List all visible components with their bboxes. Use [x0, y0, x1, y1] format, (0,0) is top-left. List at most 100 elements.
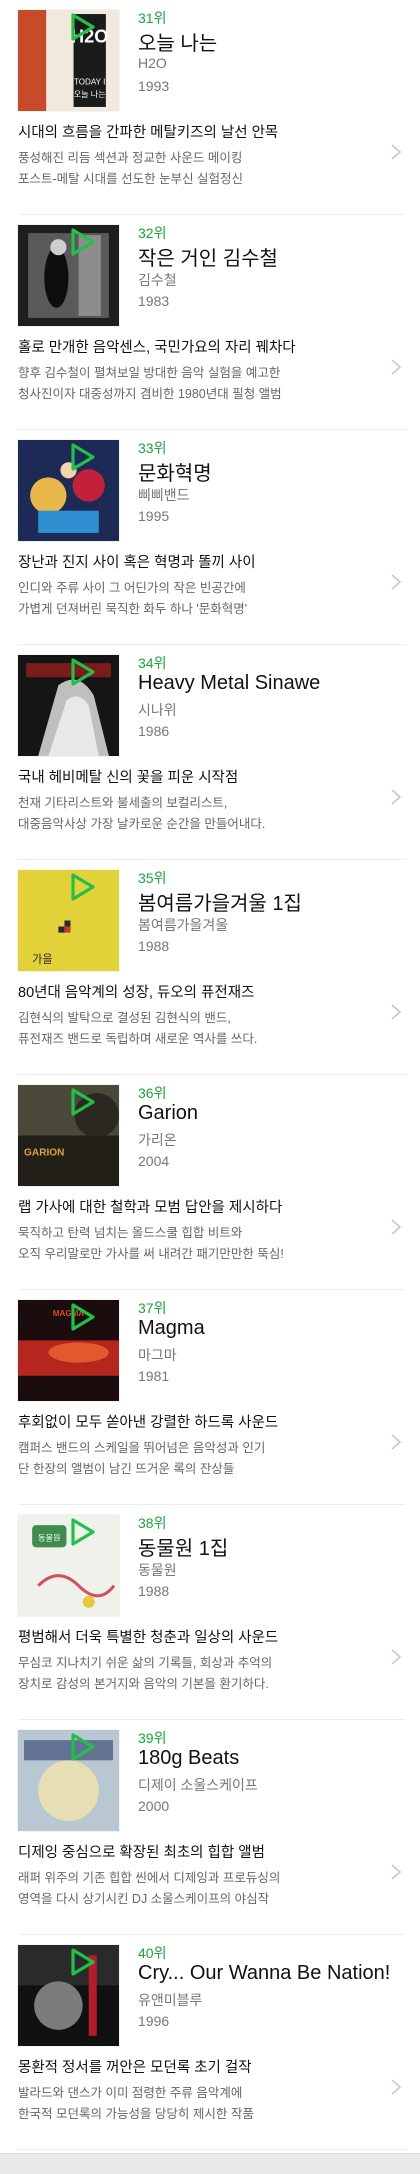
- chevron-right-icon[interactable]: [390, 788, 402, 806]
- description-line: 래퍼 위주의 기존 힙합 씬에서 디제잉과 프로듀싱의: [18, 1871, 281, 1885]
- artist-name[interactable]: H2O: [138, 55, 167, 71]
- play-icon[interactable]: [66, 227, 98, 257]
- artist-name[interactable]: 시나위: [138, 700, 177, 720]
- chevron-right-icon[interactable]: [390, 1218, 402, 1236]
- album-list-item[interactable]: H2O TODAY I 오늘 나는 31위 오늘 나는 H2O 1993 시대의…: [0, 0, 420, 215]
- rank-label: 39위: [138, 1730, 167, 1746]
- album-title[interactable]: 작은 거인 김수철: [138, 242, 278, 271]
- album-description: 인디와 주류 사이 그 어딘가의 작은 빈공간에 가볍게 던져버린 묵직한 화두…: [18, 578, 343, 620]
- description-line: 김현식의 발탁으로 결성된 김현식의 밴드,: [18, 1011, 231, 1025]
- divider: [18, 2149, 406, 2150]
- artist-name[interactable]: 봄여름가을겨울: [138, 915, 228, 935]
- album-list-item[interactable]: MAGMA 37위 Magma 마그마 1981 후회없이 모두 쏟아낸 강렬한…: [0, 1290, 420, 1505]
- artist-name[interactable]: 삐삐밴드: [138, 485, 190, 505]
- description-line: 한국적 모던록의 가능성을 당당히 제시한 작품: [18, 2107, 254, 2121]
- release-year: 1981: [138, 1368, 170, 1384]
- cover-text: 동물원: [38, 1532, 60, 1542]
- description-line: 대중음악사상 가장 날카로운 순간을 만들어내다.: [18, 817, 266, 831]
- album-list-item[interactable]: 동물원 38위 동물원 1집 동물원 1988 평범해서 더욱 특별한 청춘과 …: [0, 1505, 420, 1720]
- description-line: 풍성해진 리듬 섹션과 정교한 사운드 메이킹: [18, 151, 243, 165]
- album-title[interactable]: Garion: [138, 1102, 198, 1125]
- description-line: 영역을 다시 상기시킨 DJ 소울스케이프의 야심작: [18, 1892, 270, 1906]
- play-icon[interactable]: [66, 1732, 98, 1762]
- description-line: 퓨전재즈 밴드로 독립하며 새로운 역사를 쓰다.: [18, 1032, 258, 1046]
- album-headline: 홀로 만개한 음악센스, 국민가요의 자리 꿰차다: [18, 340, 296, 356]
- artist-name[interactable]: 가리온: [138, 1130, 177, 1150]
- play-icon[interactable]: [66, 12, 98, 42]
- release-year: 1993: [138, 78, 170, 94]
- album-list-item[interactable]: 33위 문화혁명 삐삐밴드 1995 장난과 진지 사이 혹은 혁명과 똘끼 사…: [0, 430, 420, 645]
- album-description: 천재 기타리스트와 불세출의 보컬리스트, 대중음악사상 가장 날카로운 순간을…: [18, 793, 343, 835]
- rank-label: 37위: [138, 1300, 167, 1316]
- release-year: 1996: [138, 2013, 170, 2029]
- rank-label: 33위: [138, 440, 167, 456]
- chevron-right-icon[interactable]: [390, 1863, 402, 1881]
- description-line: 가볍게 던져버린 묵직한 화두 하나 '문화혁명': [18, 602, 248, 616]
- chevron-right-icon[interactable]: [390, 1433, 402, 1451]
- description-line: 발라드와 댄스가 이미 점령한 주류 음악계에: [18, 2086, 243, 2100]
- play-icon[interactable]: [66, 1947, 98, 1977]
- album-list-item[interactable]: 34위 Heavy Metal Sinawe 시나위 1986 국내 헤비메탈 …: [0, 645, 420, 860]
- artist-name[interactable]: 디제이 소울스케이프: [138, 1775, 258, 1795]
- rank-label: 38위: [138, 1515, 167, 1531]
- album-list-item[interactable]: 32위 작은 거인 김수철 김수철 1983 홀로 만개한 음악센스, 국민가요…: [0, 215, 420, 430]
- album-list-item[interactable]: 40위 Cry... Our Wanna Be Nation! 유앤미블루 19…: [0, 1935, 420, 2150]
- album-description: 향후 김수철이 펼쳐보일 방대한 음악 실험을 예고한 청사진이자 대중성까지 …: [18, 363, 343, 405]
- description-line: 묵직하고 탄력 넘치는 올드스쿨 힙합 비트와: [18, 1226, 243, 1240]
- artist-name[interactable]: 김수철: [138, 270, 177, 290]
- album-description: 래퍼 위주의 기존 힙합 씬에서 디제잉과 프로듀싱의 영역을 다시 상기시킨 …: [18, 1868, 343, 1910]
- album-title[interactable]: Magma: [138, 1317, 205, 1340]
- description-line: 장치로 감성의 본거지와 음악의 기본을 환기하다.: [18, 1677, 269, 1691]
- album-title[interactable]: 문화혁명: [138, 457, 212, 486]
- album-list-item[interactable]: 가을 35위 봄여름가을겨울 1집 봄여름가을겨울 1988 80년대 음악계의…: [0, 860, 420, 1075]
- album-headline: 디제잉 중심으로 확장된 최초의 힙합 앨범: [18, 1845, 265, 1861]
- artist-name[interactable]: 동물원: [138, 1560, 177, 1580]
- description-line: 무심코 지나치기 쉬운 삶의 기록들, 회상과 추억의: [18, 1656, 273, 1670]
- album-title[interactable]: Heavy Metal Sinawe: [138, 672, 320, 695]
- release-year: 1988: [138, 938, 170, 954]
- play-icon[interactable]: [66, 1517, 98, 1547]
- album-headline: 국내 헤비메탈 신의 꽃을 피운 시작점: [18, 770, 239, 786]
- release-year: 1983: [138, 293, 170, 309]
- chevron-right-icon[interactable]: [390, 1003, 402, 1021]
- description-line: 캠퍼스 밴드의 스케일을 뛰어넘은 음악성과 인기: [18, 1441, 266, 1455]
- cover-text: GARION: [24, 1148, 64, 1159]
- album-title[interactable]: 동물원 1집: [138, 1532, 228, 1561]
- release-year: 2000: [138, 1798, 170, 1814]
- album-title[interactable]: Cry... Our Wanna Be Nation!: [138, 1962, 390, 1985]
- description-line: 인디와 주류 사이 그 어딘가의 작은 빈공간에: [18, 581, 246, 595]
- album-list-item[interactable]: 39위 180g Beats 디제이 소울스케이프 2000 디제잉 중심으로 …: [0, 1720, 420, 1935]
- chevron-right-icon[interactable]: [390, 573, 402, 591]
- album-title[interactable]: 봄여름가을겨울 1집: [138, 887, 302, 916]
- album-description: 김현식의 발탁으로 결성된 김현식의 밴드, 퓨전재즈 밴드로 독립하며 새로운…: [18, 1008, 343, 1050]
- album-list-item[interactable]: GARION 36위 Garion 가리온 2004 랩 가사에 대한 철학과 …: [0, 1075, 420, 1290]
- album-description: 묵직하고 탄력 넘치는 올드스쿨 힙합 비트와 오직 우리말로만 가사를 써 내…: [18, 1223, 343, 1265]
- rank-label: 31위: [138, 10, 167, 26]
- chevron-right-icon[interactable]: [390, 143, 402, 161]
- album-description: 풍성해진 리듬 섹션과 정교한 사운드 메이킹 포스트-메탈 시대를 선도한 눈…: [18, 148, 343, 190]
- album-title[interactable]: 오늘 나는: [138, 27, 217, 56]
- album-headline: 랩 가사에 대한 철학과 모범 답안을 제시하다: [18, 1200, 283, 1216]
- play-icon[interactable]: [66, 1302, 98, 1332]
- play-icon[interactable]: [66, 1087, 98, 1117]
- album-description: 발라드와 댄스가 이미 점령한 주류 음악계에 한국적 모던록의 가능성을 당당…: [18, 2083, 343, 2125]
- chevron-right-icon[interactable]: [390, 1648, 402, 1666]
- chevron-right-icon[interactable]: [390, 2078, 402, 2096]
- play-icon[interactable]: [66, 872, 98, 902]
- album-headline: 평범해서 더욱 특별한 청춘과 일상의 사운드: [18, 1630, 279, 1646]
- rank-label: 34위: [138, 655, 167, 671]
- chevron-right-icon[interactable]: [390, 358, 402, 376]
- description-line: 포스트-메탈 시대를 선도한 눈부신 실험정신: [18, 172, 244, 186]
- rank-label: 35위: [138, 870, 167, 886]
- release-year: 2004: [138, 1153, 170, 1169]
- description-line: 단 한장의 앨범이 남긴 뜨거운 록의 잔상들: [18, 1462, 235, 1476]
- album-title[interactable]: 180g Beats: [138, 1747, 239, 1770]
- artist-name[interactable]: 마그마: [138, 1345, 177, 1365]
- description-line: 오직 우리말로만 가사를 써 내려간 패기만만한 뚝심!: [18, 1247, 284, 1261]
- artist-name[interactable]: 유앤미블루: [138, 1990, 202, 2010]
- play-icon[interactable]: [66, 657, 98, 687]
- release-year: 1988: [138, 1583, 170, 1599]
- play-icon[interactable]: [66, 442, 98, 472]
- rank-label: 36위: [138, 1085, 167, 1101]
- rank-label: 32위: [138, 225, 167, 241]
